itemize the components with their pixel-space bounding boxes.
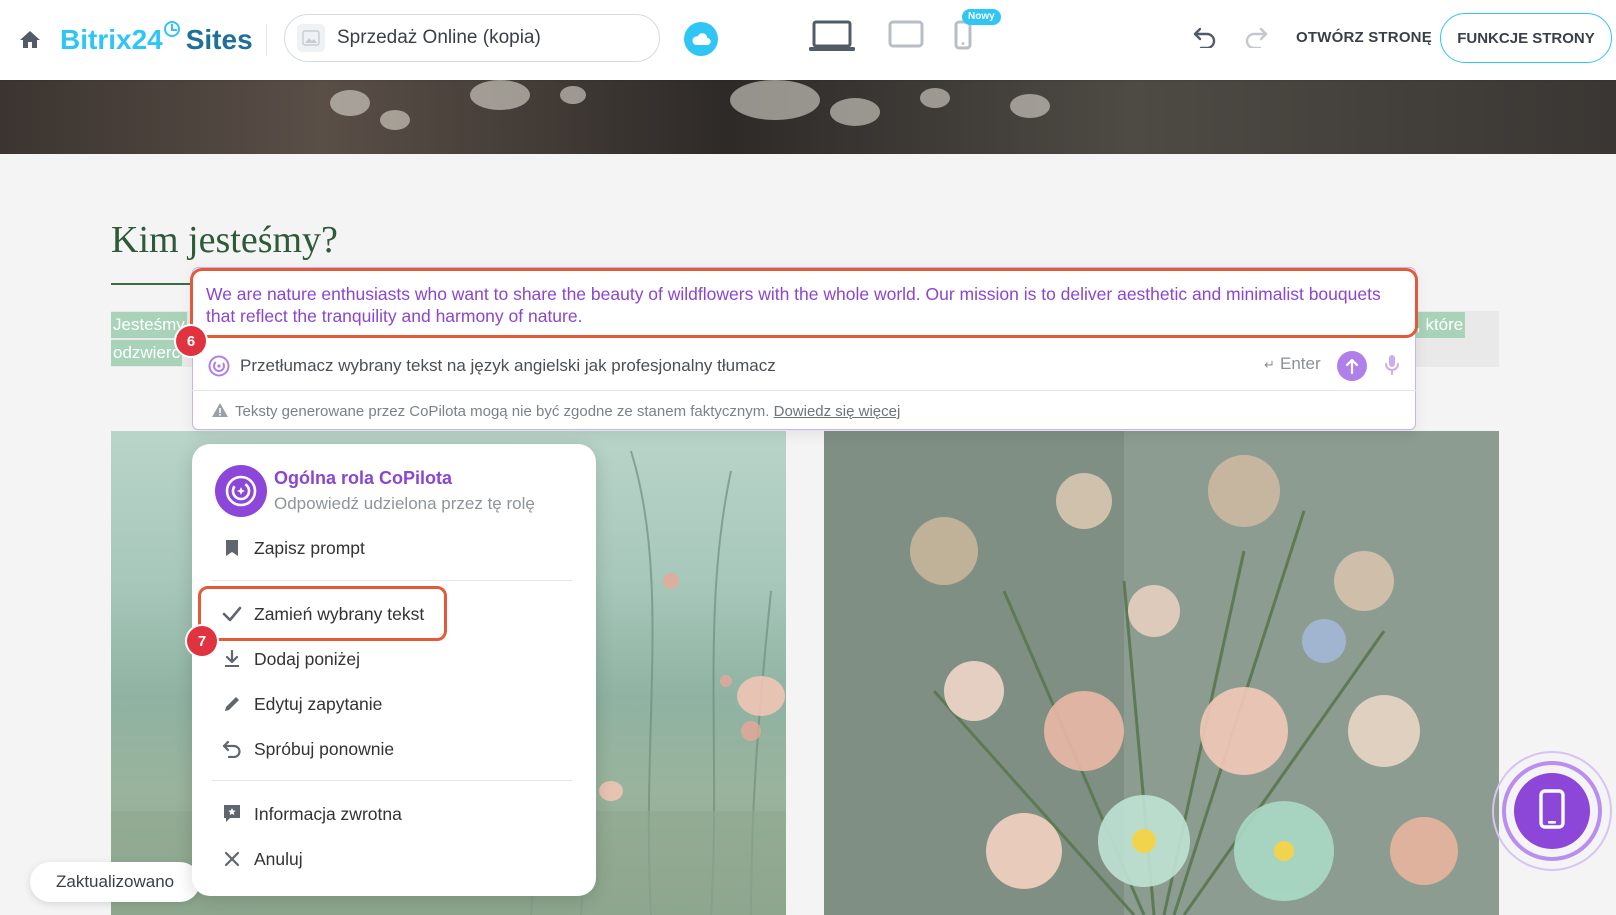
enter-hint: Enter (1280, 354, 1321, 373)
menu-item-label: Zapisz prompt (254, 537, 365, 558)
microphone-icon[interactable] (1384, 354, 1400, 381)
learn-more-link[interactable]: Dowiedz się więcej (774, 403, 901, 420)
hero-image (0, 80, 1616, 154)
menu-item-label: Informacja zwrotna (254, 803, 402, 824)
menu-item-label: Spróbuj ponownie (254, 738, 395, 759)
redo-icon[interactable] (1243, 26, 1269, 53)
menu-item-label: Anuluj (254, 848, 303, 869)
menu-item-label: Dodaj poniżej (254, 648, 361, 669)
copilot-role-subtitle: Odpowiedź udzielona przez tę rolę (274, 494, 535, 513)
site-selector[interactable]: Sprzedaż Online (kopia) (284, 14, 660, 62)
send-icon[interactable] (1337, 351, 1367, 381)
try-again-item[interactable]: Spróbuj ponownie (212, 729, 572, 769)
home-icon[interactable] (18, 28, 42, 52)
copilot-prompt-input[interactable] (240, 352, 1240, 380)
step-marker-7: 7 (187, 626, 217, 656)
tablet-view-icon[interactable] (888, 20, 924, 53)
disclaimer-text: Teksty generowane przez CoPilota mogą ni… (235, 403, 770, 420)
pencil-icon (212, 695, 252, 713)
updated-status: Zaktualizowano (30, 862, 201, 902)
site-thumbnail-icon (297, 24, 325, 52)
copilot-role-avatar-icon (215, 465, 267, 517)
menu-item-label: Edytuj zapytanie (254, 693, 383, 714)
enter-arrow-icon: ↵ (1264, 357, 1275, 372)
menu-item-label: Zamień wybrany tekst (254, 603, 425, 624)
top-bar: Bitrix24 Sites Sprzedaż Online (kopia) No… (0, 0, 1616, 80)
copilot-disclaimer: Teksty generowane przez CoPilota mogą ni… (211, 402, 900, 422)
download-icon (212, 650, 252, 668)
logo-brand: Bitrix24 (60, 24, 163, 55)
divider (266, 24, 267, 56)
warning-icon (211, 402, 229, 422)
feedback-item[interactable]: Informacja zwrotna (212, 794, 572, 834)
title-underline (111, 283, 193, 285)
cancel-item[interactable]: Anuluj (212, 839, 572, 879)
mobile-preview-button[interactable] (1514, 773, 1590, 849)
copilot-role-name: Ogólna rola CoPilota (274, 468, 453, 488)
check-icon (212, 606, 252, 622)
step-marker-6: 6 (176, 326, 206, 356)
add-below-item[interactable]: Dodaj poniżej (212, 639, 572, 679)
menu-divider (212, 580, 572, 581)
save-prompt-item[interactable]: Zapisz prompt (212, 528, 572, 568)
open-page-link[interactable]: OTWÓRZ STRONĘ (1296, 29, 1432, 46)
desktop-view-icon[interactable] (808, 20, 856, 57)
clock-icon (163, 21, 180, 37)
bookmark-icon (212, 539, 252, 557)
copilot-icon (208, 355, 230, 382)
undo-icon (212, 740, 252, 758)
logo-product: Sites (185, 24, 253, 55)
site-name: Sprzedaż Online (kopia) (337, 27, 541, 48)
close-icon (212, 851, 252, 867)
section-title[interactable]: Kim jesteśmy? (111, 218, 338, 262)
cloud-save-icon[interactable] (684, 22, 718, 56)
mobile-phone-icon (1538, 788, 1566, 834)
edit-query-item[interactable]: Edytuj zapytanie (212, 684, 572, 724)
copilot-result-text: We are nature enthusiasts who want to sh… (206, 284, 1381, 326)
selected-text-fragment[interactable]: , które (1414, 312, 1466, 338)
selected-text-fragment[interactable]: odzwierc (111, 340, 183, 366)
undo-icon[interactable] (1192, 26, 1218, 53)
page-functions-button[interactable]: FUNKCJE STRONY (1440, 13, 1612, 63)
bitrix24-sites-logo[interactable]: Bitrix24 Sites (60, 20, 253, 60)
feedback-icon (212, 804, 252, 824)
panel-divider (192, 390, 1416, 391)
new-badge: Nowy (962, 9, 1001, 25)
replace-selected-text-item[interactable]: Zamień wybrany tekst (212, 594, 572, 634)
selected-text-fragment[interactable]: Jesteśmy (111, 312, 187, 338)
mobile-view-icon[interactable] (954, 20, 972, 55)
bouquet-image[interactable] (824, 431, 1499, 915)
menu-divider (212, 780, 572, 781)
